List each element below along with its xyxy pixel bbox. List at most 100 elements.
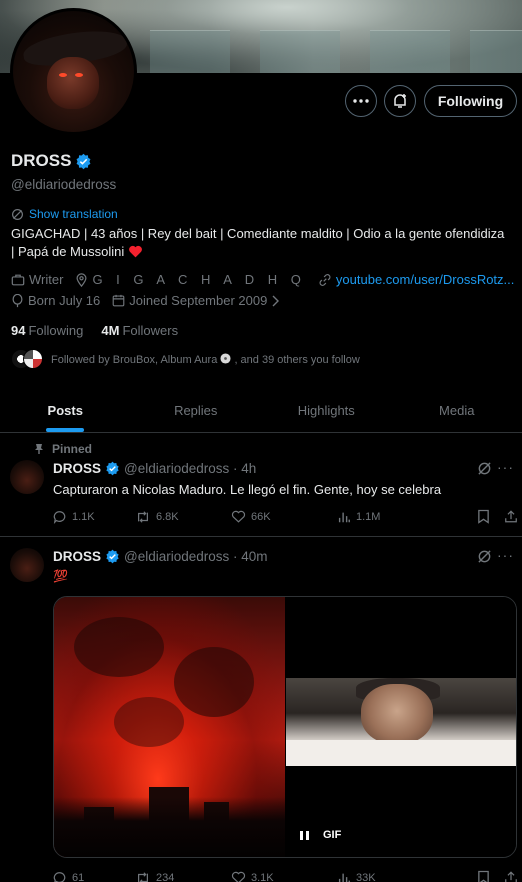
tweet-end-actions xyxy=(477,509,518,524)
tweet-header: DROSS @eldiariodedross · 4h xyxy=(53,461,256,476)
views-button[interactable]: 33K xyxy=(337,871,437,882)
grok-icon[interactable] xyxy=(477,549,492,564)
tab-posts[interactable]: Posts xyxy=(0,389,131,432)
gif-controls[interactable]: GIF xyxy=(300,829,341,841)
profile-bio: GIGACHAD | 43 años | Rey del bait | Come… xyxy=(11,225,516,261)
website-item[interactable]: youtube.com/user/DrossRotz... xyxy=(318,272,514,287)
followers-count: 4M xyxy=(101,323,120,338)
tweet-text: Capturaron a Nicolas Maduro. Le llegó el… xyxy=(53,482,442,497)
profile-meta-row-1: Writer G I G A C H A D H Q youtube.com/u… xyxy=(11,272,514,287)
heart-icon xyxy=(231,871,246,882)
location-item: G I G A C H A D H Q xyxy=(75,272,305,287)
verified-badge-icon[interactable] xyxy=(75,153,92,170)
translate-icon xyxy=(12,208,23,220)
pinned-label: Pinned xyxy=(52,442,93,456)
bio-line-2: | Papá de Mussolini xyxy=(11,244,125,259)
tweet-header: DROSS @eldiariodedross · 40m xyxy=(53,549,268,564)
repost-count: 234 xyxy=(156,871,175,882)
reply-button[interactable]: 61 xyxy=(53,871,135,882)
share-icon[interactable] xyxy=(504,509,518,524)
pin-icon xyxy=(35,444,43,454)
profile-name: DROSS xyxy=(11,151,72,170)
location-label: G I G A C H A D H Q xyxy=(92,272,306,287)
joined-item[interactable]: Joined September 2009 xyxy=(112,293,280,308)
gif-pane[interactable] xyxy=(286,597,516,857)
tweet-actions: 1.1K 6.8K 66K 1.1M xyxy=(53,509,518,524)
repost-count: 6.8K xyxy=(156,510,179,523)
reply-count: 1.1K xyxy=(72,510,95,523)
tweet-author-name[interactable]: DROSS xyxy=(53,549,101,564)
birthday-label: Born July 16 xyxy=(28,293,101,308)
show-translation-label: Show translation xyxy=(29,207,118,221)
like-button[interactable]: 3.1K xyxy=(231,871,337,882)
tweet-avatar[interactable] xyxy=(10,460,44,494)
followed-by-text: Followed by BrouBox, Album Aura , and 39… xyxy=(51,352,360,366)
link-icon xyxy=(319,273,331,286)
tweet-end-actions xyxy=(477,870,518,882)
verified-badge-icon xyxy=(106,549,119,564)
more-dots-icon xyxy=(353,99,369,103)
grok-icon[interactable] xyxy=(477,461,492,476)
following-count: 94 xyxy=(11,323,26,338)
views-count: 1.1M xyxy=(356,510,381,523)
tweet[interactable]: DROSS @eldiariodedross · 40m ··· 💯 GIF 6… xyxy=(0,538,522,882)
repost-icon xyxy=(138,871,148,882)
tweet-more-icon[interactable]: ··· xyxy=(497,459,514,475)
bio-line-1: GIGACHAD | 43 años | Rey del bait | Come… xyxy=(11,226,505,241)
category-item: Writer xyxy=(11,272,63,287)
following-count-link[interactable]: 94 Following xyxy=(11,323,83,338)
views-chart-icon xyxy=(338,873,350,882)
following-button[interactable]: Following xyxy=(424,85,517,117)
views-button[interactable]: 1.1M xyxy=(337,510,437,524)
website-link[interactable]: youtube.com/user/DrossRotz... xyxy=(336,272,514,287)
tab-media[interactable]: Media xyxy=(392,389,522,432)
share-icon[interactable] xyxy=(504,870,518,882)
notifications-button[interactable] xyxy=(384,85,416,117)
calendar-icon xyxy=(112,294,125,307)
more-options-button[interactable] xyxy=(345,85,377,117)
followed-by-rest: , and 39 others you follow xyxy=(234,353,360,366)
views-count: 33K xyxy=(356,871,376,882)
show-translation-link[interactable]: Show translation xyxy=(11,207,118,221)
verified-badge-icon xyxy=(106,461,119,476)
reply-button[interactable]: 1.1K xyxy=(53,510,135,524)
repost-icon xyxy=(138,510,148,523)
tab-highlights[interactable]: Highlights xyxy=(261,389,392,432)
tweet-more-icon[interactable]: ··· xyxy=(497,547,514,563)
red-heart-icon xyxy=(128,245,142,258)
profile-avatar[interactable] xyxy=(10,8,137,135)
repost-button[interactable]: 234 xyxy=(135,871,231,882)
gif-image[interactable] xyxy=(286,678,516,766)
follow-counts: 94 Following 4M Followers xyxy=(11,323,178,338)
reply-icon xyxy=(53,871,66,882)
like-count: 66K xyxy=(251,510,271,523)
tweet-handle-time[interactable]: @eldiariodedross · 4h xyxy=(124,461,256,476)
reply-icon xyxy=(53,510,66,524)
tweet-author-name[interactable]: DROSS xyxy=(53,461,101,476)
follower-avatar xyxy=(23,349,43,369)
views-chart-icon xyxy=(338,512,350,522)
bookmark-icon[interactable] xyxy=(477,509,490,524)
repost-button[interactable]: 6.8K xyxy=(135,510,231,524)
tweet[interactable]: Pinned DROSS @eldiariodedross · 4h ··· C… xyxy=(0,434,522,537)
profile-name-row: DROSS xyxy=(11,151,92,171)
bookmark-icon[interactable] xyxy=(477,870,490,882)
tweet-handle-time[interactable]: @eldiariodedross · 40m xyxy=(124,549,268,564)
briefcase-icon xyxy=(11,274,25,285)
tweet-text: 💯 xyxy=(53,569,68,583)
balloon-icon xyxy=(12,293,23,307)
category-label: Writer xyxy=(29,272,64,287)
followed-by-avatars xyxy=(11,349,43,369)
followed-by-names: Followed by BrouBox, Album Aura xyxy=(51,353,218,366)
bell-plus-icon xyxy=(394,94,406,108)
location-pin-icon xyxy=(76,272,87,287)
heart-icon xyxy=(231,510,246,523)
tweet-media[interactable]: GIF xyxy=(53,596,517,858)
like-button[interactable]: 66K xyxy=(231,510,337,523)
tab-replies[interactable]: Replies xyxy=(131,389,262,432)
followed-by[interactable]: Followed by BrouBox, Album Aura , and 39… xyxy=(11,349,360,369)
followers-count-link[interactable]: 4M Followers xyxy=(101,323,178,338)
tweet-avatar[interactable] xyxy=(10,548,44,582)
fire-image[interactable] xyxy=(54,597,285,857)
pause-icon[interactable] xyxy=(300,830,309,840)
